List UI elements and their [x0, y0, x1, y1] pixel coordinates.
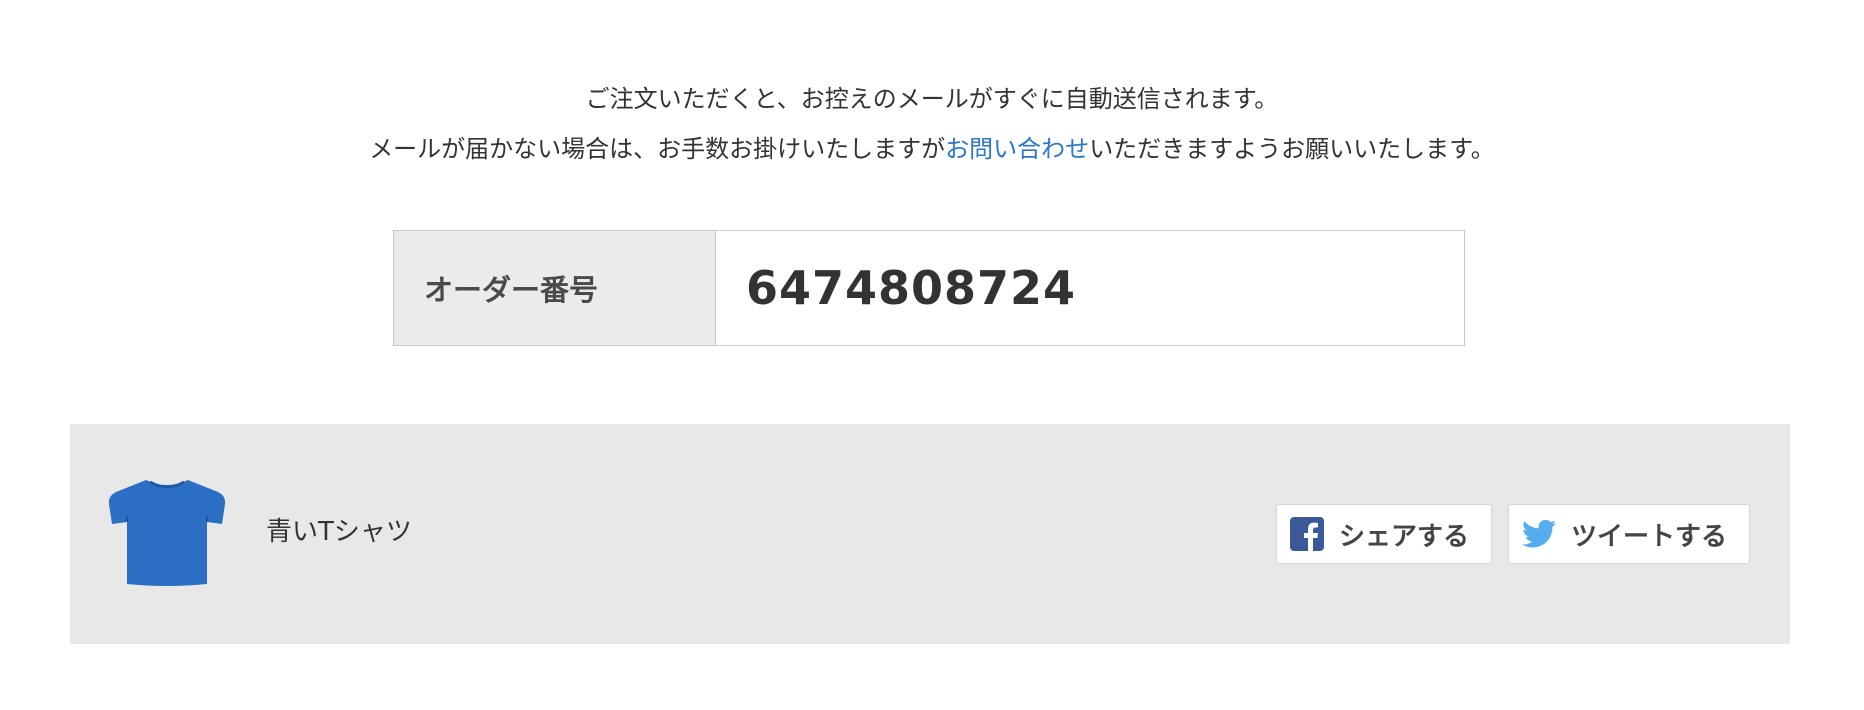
order-number-box: オーダー番号 6474808724: [393, 230, 1465, 346]
order-number-label: オーダー番号: [394, 231, 716, 345]
twitter-tweet-label: ツイートする: [1571, 521, 1728, 552]
facebook-share-button[interactable]: シェアする: [1276, 504, 1492, 564]
notice-line-2-after: いただきますようお願いいたします。: [1089, 135, 1495, 163]
notice-line-1: ご注文いただくと、お控えのメールがすぐに自動送信されます。: [585, 85, 1279, 113]
notice-line-2: メールが届かない場合は、お手数お掛けいたしますがお問い合わせいただきますようお願…: [0, 124, 1864, 174]
order-notice: ご注文いただくと、お控えのメールがすぐに自動送信されます。 メールが届かない場合…: [0, 74, 1864, 174]
blue-tshirt-icon: [106, 476, 228, 588]
product-name: 青いTシャツ: [266, 517, 412, 547]
facebook-icon: [1289, 516, 1325, 552]
order-number-value: 6474808724: [746, 261, 1077, 315]
twitter-tweet-button[interactable]: ツイートする: [1508, 504, 1750, 564]
facebook-share-label: シェアする: [1339, 521, 1470, 552]
notice-line-2-before: メールが届かない場合は、お手数お掛けいたしますが: [369, 135, 946, 163]
contact-link[interactable]: お問い合わせ: [945, 135, 1089, 163]
twitter-icon: [1521, 516, 1557, 552]
order-complete-page: ご注文いただくと、お控えのメールがすぐに自動送信されます。 メールが届かない場合…: [0, 0, 1864, 710]
product-bar: 青いTシャツ シェアする ツイートする: [70, 424, 1790, 644]
